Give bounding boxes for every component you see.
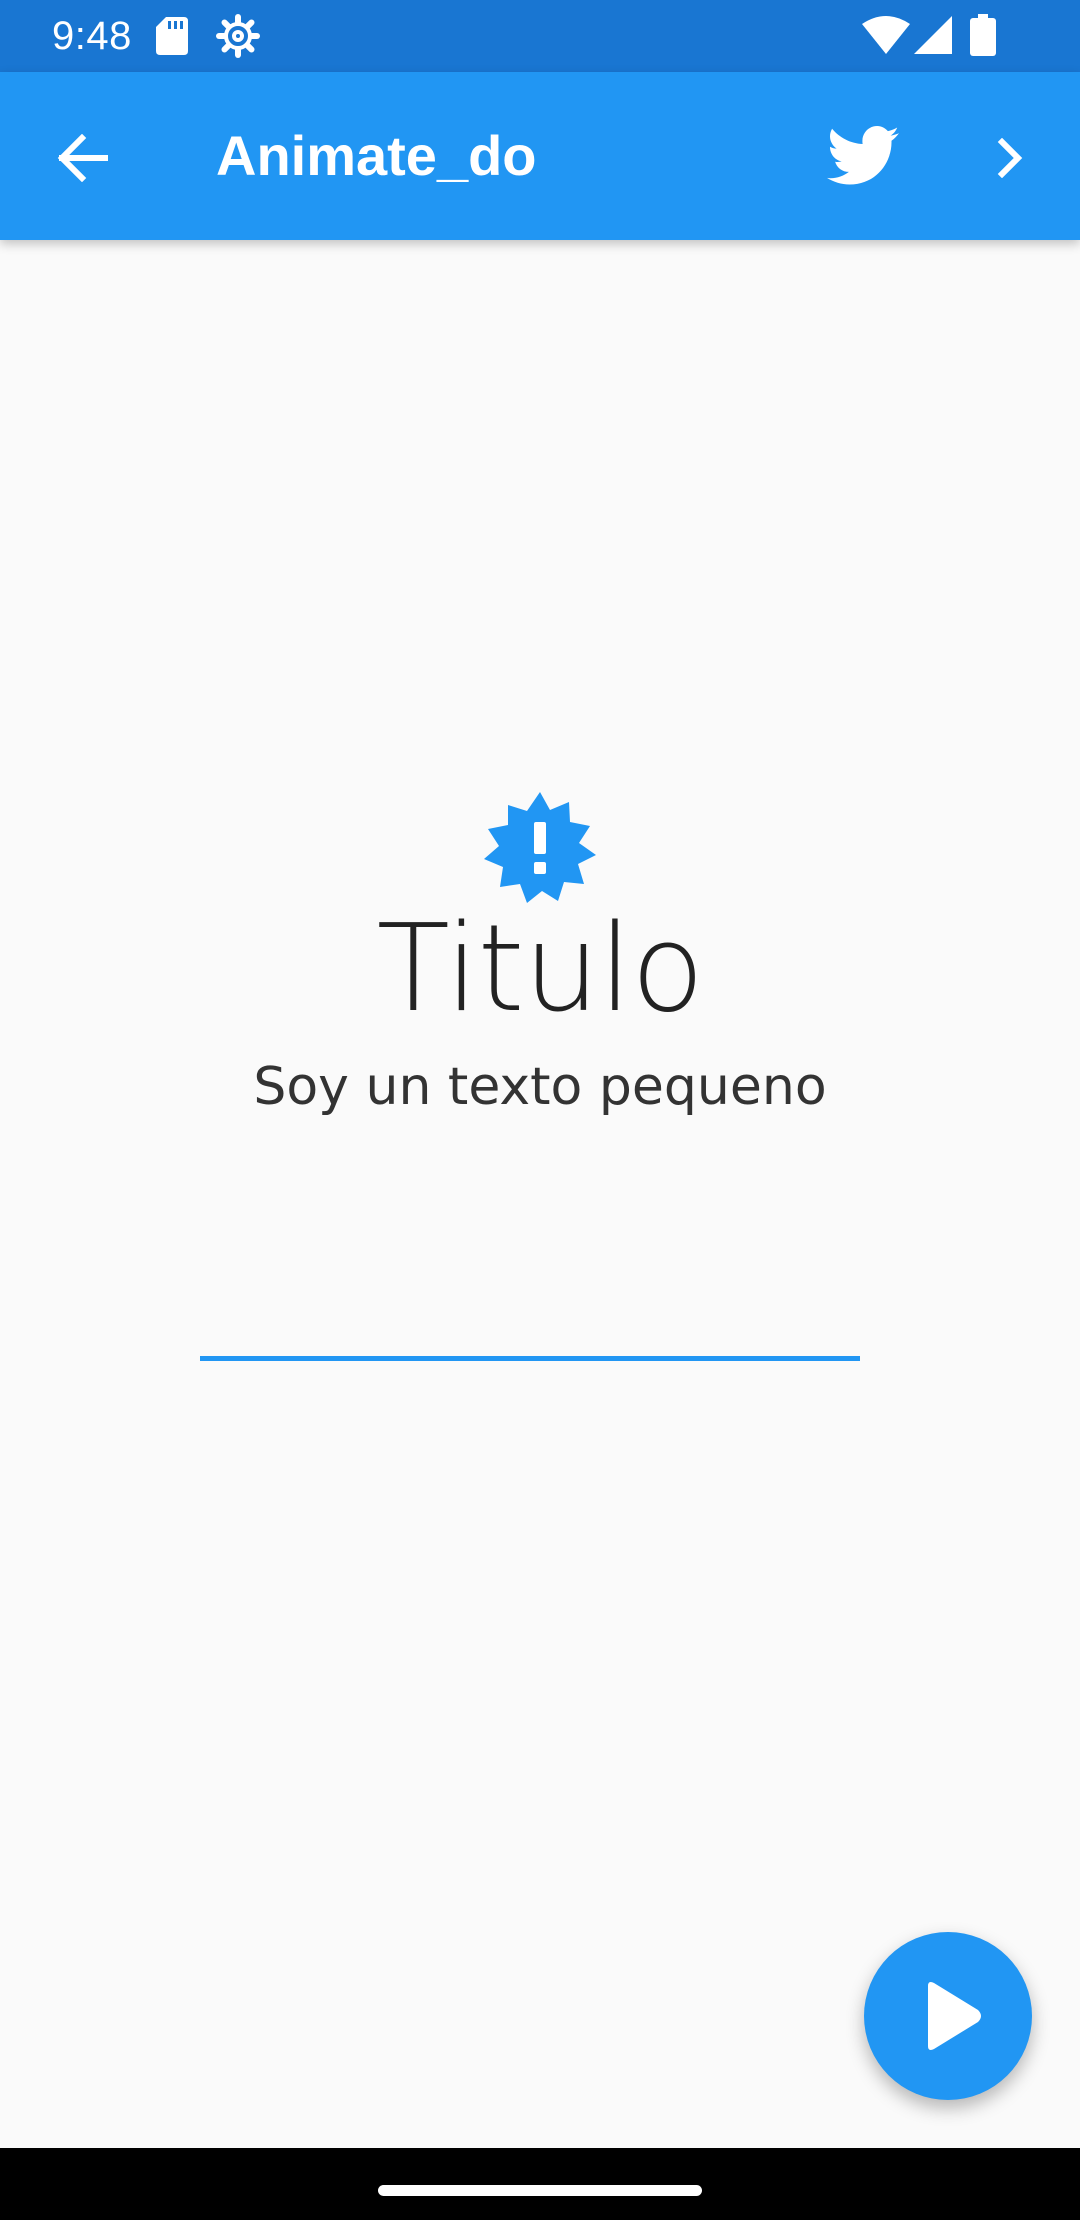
- play-icon: [928, 1982, 981, 2050]
- app-title: Animate_do: [216, 124, 537, 187]
- twitter-icon[interactable]: [826, 126, 900, 191]
- new-releases-badge-icon: [484, 792, 596, 909]
- navigation-bar: [0, 2148, 1080, 2220]
- app-bar: Animate_do: [0, 72, 1080, 240]
- play-button[interactable]: [864, 1932, 1032, 2100]
- home-indicator[interactable]: [378, 2185, 702, 2196]
- subtitle-text: Soy un texto pequeno: [253, 1057, 827, 1117]
- settings-gear-icon: [216, 14, 260, 63]
- chevron-right-icon[interactable]: [996, 137, 1024, 183]
- page-title: Titulo: [376, 900, 705, 1039]
- sd-card-icon: [156, 17, 188, 60]
- main-content: [0, 240, 1080, 2148]
- back-arrow-icon[interactable]: [56, 133, 109, 187]
- status-time: 9:48: [52, 14, 132, 58]
- cellular-signal-icon: [914, 16, 952, 59]
- battery-icon: [970, 14, 996, 61]
- underline-divider: [200, 1356, 860, 1361]
- status-bar: 9:48: [0, 0, 1080, 72]
- wifi-icon: [862, 16, 910, 59]
